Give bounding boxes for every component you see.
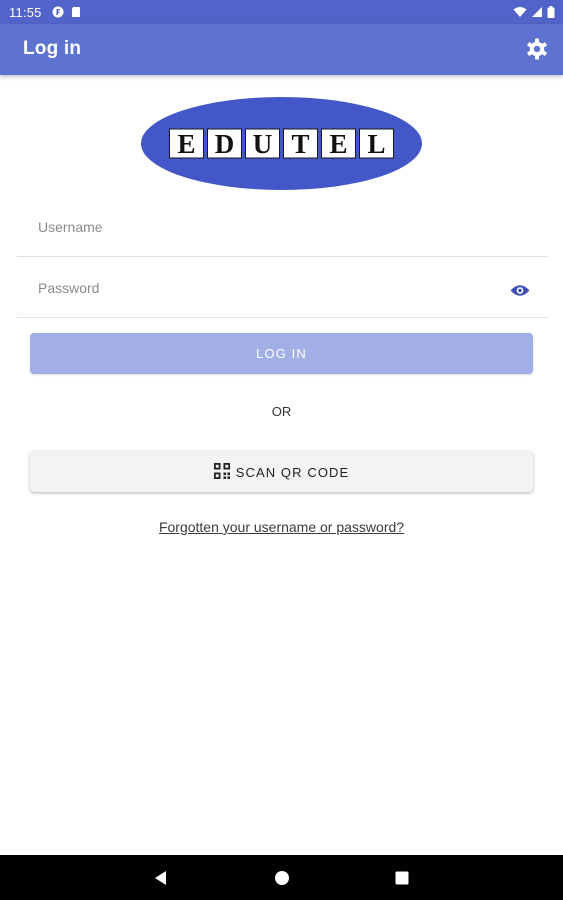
scan-qr-label: SCAN QR CODE	[235, 465, 350, 481]
qr-code-icon	[213, 463, 230, 480]
username-field-container	[17, 196, 549, 257]
logo-letter: T	[291, 129, 309, 159]
logo-letter: D	[215, 129, 235, 159]
wifi-icon	[513, 7, 527, 17]
username-input[interactable]	[38, 214, 498, 240]
recents-square-icon[interactable]	[391, 867, 413, 889]
page-title: Log in	[23, 38, 82, 59]
app-bar: Log in	[0, 24, 563, 75]
logo-letter: E	[329, 129, 347, 159]
password-input[interactable]	[38, 275, 498, 301]
password-field-container	[17, 257, 549, 318]
scan-qr-button[interactable]: SCAN QR CODE	[30, 451, 533, 492]
eye-icon[interactable]	[510, 284, 530, 297]
or-separator: OR	[271, 404, 292, 419]
edutel-logo: EDUTEL	[141, 97, 422, 190]
back-triangle-icon[interactable]	[150, 867, 172, 889]
navigation-bar	[0, 855, 563, 900]
forgot-credentials-link[interactable]: Forgotten your username or password?	[0, 519, 563, 535]
home-circle-icon[interactable]	[271, 867, 293, 889]
status-bar: 11:55	[0, 0, 563, 24]
sd-card-icon	[72, 7, 80, 17]
logo-letter: U	[253, 129, 273, 159]
app-notification-icon	[52, 6, 64, 18]
cell-signal-icon	[532, 7, 542, 17]
login-button[interactable]: LOG IN	[30, 333, 533, 374]
logo-letter: E	[177, 129, 195, 159]
battery-icon	[547, 6, 555, 18]
logo-letter: L	[367, 129, 385, 159]
status-time: 11:55	[9, 5, 42, 20]
gear-icon[interactable]	[525, 37, 549, 61]
